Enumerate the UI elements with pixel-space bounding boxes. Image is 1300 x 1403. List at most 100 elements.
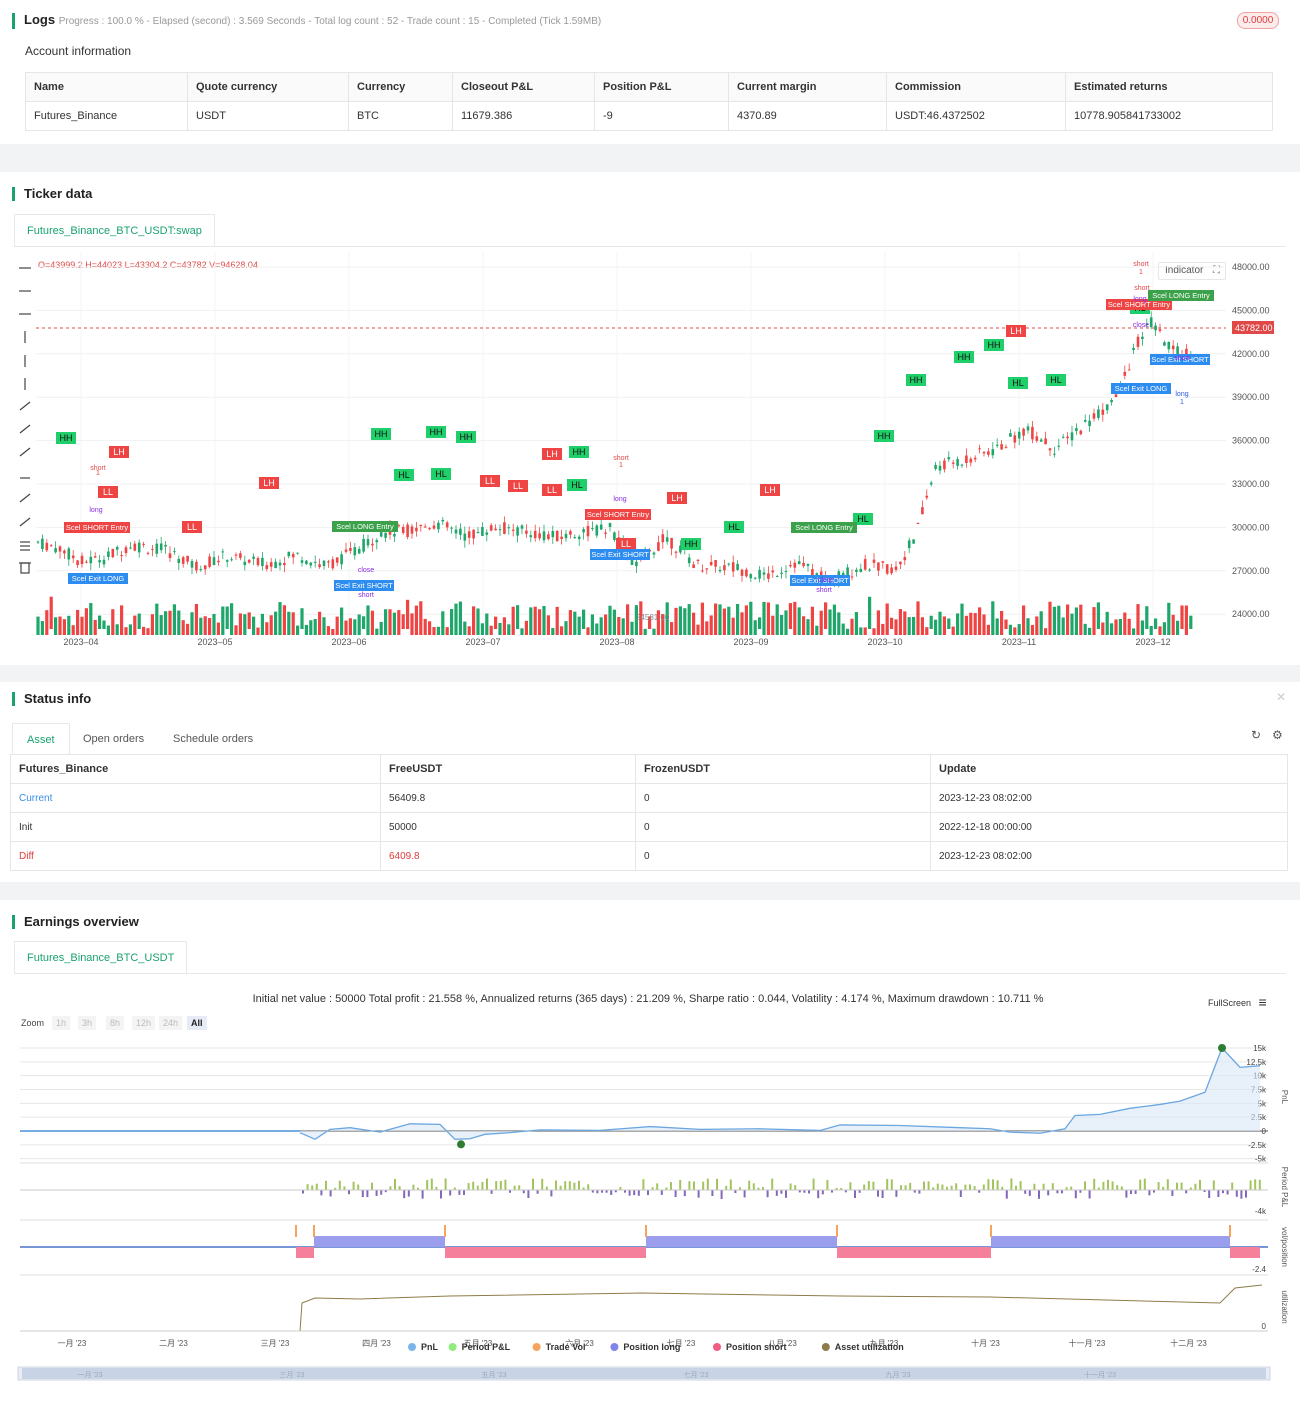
candle-body — [670, 537, 673, 549]
navigator-tick: 十一月 '23 — [1084, 1370, 1116, 1379]
volume-bar — [278, 602, 282, 635]
period-pnl-bar — [348, 1190, 350, 1195]
trade-marker: long — [1175, 391, 1188, 398]
candle-body — [309, 562, 313, 566]
candle-body — [217, 560, 220, 563]
zoom-all[interactable]: All — [187, 1016, 207, 1030]
asset-header-row: Futures_Binance FreeUSDT FrozenUSDT Update — [10, 754, 1288, 784]
period-pnl-bar — [826, 1179, 829, 1190]
pivot-label: LH — [1010, 326, 1022, 336]
refresh-icon[interactable]: ↻ — [1251, 728, 1261, 742]
period-pnl-bar — [702, 1181, 705, 1190]
candle-body — [1031, 426, 1034, 440]
period-pnl-bar — [1134, 1190, 1137, 1194]
volume-bar — [890, 617, 894, 629]
tab-ticker-symbol[interactable]: Futures_Binance_BTC_USDT:swap — [14, 214, 215, 246]
tab-schedule-orders[interactable]: Schedule orders — [161, 723, 266, 755]
period-pnl-bar — [706, 1178, 709, 1190]
volume-bar — [436, 626, 440, 635]
volume-bar — [894, 619, 898, 635]
date-tick: 2023–04 — [63, 637, 98, 647]
zoom-12h[interactable]: 12h — [132, 1016, 156, 1030]
earnings-chart[interactable]: 15k12.5k10k7.5k5k2.5k0-2.5k-5k-4k-2.40Pn… — [0, 1035, 1300, 1403]
volume-bar — [397, 610, 401, 635]
candle-body — [705, 568, 709, 570]
candle-body — [98, 560, 101, 563]
low-price-label: 24581.00 — [636, 613, 670, 622]
volume-bar — [256, 627, 260, 635]
candle-body — [692, 564, 695, 569]
period-pnl-bar — [987, 1179, 990, 1190]
volume-bar — [1052, 606, 1056, 635]
month-tick: 十一月 '23 — [1069, 1338, 1106, 1348]
trade-marker: short — [358, 592, 374, 599]
volume-bar — [362, 616, 366, 629]
candle-body — [190, 561, 194, 568]
trade-vol-bar — [836, 1225, 838, 1237]
volume-bar — [1184, 605, 1188, 635]
period-pnl-bar — [338, 1180, 341, 1190]
candle-body — [1004, 446, 1008, 448]
volume-bar — [507, 624, 511, 635]
period-pnl-bar — [1074, 1190, 1077, 1199]
period-pnl-bar — [679, 1179, 682, 1190]
date-tick: 2023–12 — [1135, 637, 1170, 647]
period-pnl-bar — [982, 1184, 985, 1190]
candle-body — [124, 547, 128, 554]
month-tick: 十月 '23 — [971, 1338, 1000, 1348]
candle-body — [1105, 404, 1109, 411]
tab-earnings-symbol[interactable]: Futures_Binance_BTC_USDT — [14, 941, 188, 973]
volume-bar — [208, 618, 212, 635]
volume-bar — [538, 609, 542, 635]
zoom-1h[interactable]: 1h — [52, 1016, 71, 1030]
candle-body — [555, 530, 559, 542]
candle-body — [736, 563, 739, 570]
period-pnl-bar — [476, 1185, 479, 1190]
legend-symbol — [408, 1343, 416, 1351]
legend-item: Position long — [623, 1342, 680, 1352]
candle-body — [661, 534, 665, 543]
candle-body — [353, 547, 357, 556]
candle-body — [1136, 336, 1140, 347]
drawing-tools-icons[interactable] — [17, 258, 33, 578]
candle-body — [454, 529, 458, 534]
candle-body — [938, 465, 942, 471]
month-tick: 一月 '23 — [58, 1339, 87, 1348]
candle-body — [344, 549, 348, 552]
candle-body — [137, 542, 141, 553]
zoom-24h[interactable]: 24h — [159, 1016, 183, 1030]
candle-body — [107, 551, 110, 557]
volume-bar — [652, 628, 656, 635]
volume-bar — [450, 609, 454, 635]
pivot-label: LL — [485, 476, 495, 486]
volume-bar — [54, 617, 58, 635]
candlestick-chart[interactable]: 48000.00 45000.00 42000.00 39000.00 36000.00… — [36, 252, 1296, 652]
candle-body — [335, 557, 339, 563]
period-pnl-bar — [812, 1178, 815, 1190]
candle-body — [472, 529, 475, 539]
volume-bar — [1114, 619, 1118, 635]
period-pnl-bar — [867, 1181, 870, 1190]
volume-bar — [854, 612, 858, 635]
zoom-8h[interactable]: 8h — [106, 1016, 125, 1030]
volume-bar — [388, 609, 392, 635]
candle-body — [727, 563, 731, 565]
tab-open-orders[interactable]: Open orders — [71, 723, 157, 755]
tab-divider-earnings — [14, 973, 1286, 974]
settings-icon[interactable]: ⚙ — [1272, 728, 1283, 742]
volume-bar — [1154, 618, 1158, 629]
candle-body — [120, 554, 123, 556]
volume-bar — [929, 615, 933, 629]
period-pnl-bar — [407, 1190, 410, 1197]
volume-bar — [133, 615, 137, 635]
fullscreen-button[interactable]: FullScreen ≡ — [1208, 993, 1267, 1010]
tab-asset[interactable]: Asset — [12, 723, 70, 755]
volume-bar — [951, 626, 955, 635]
collapse-icon[interactable]: ✕ — [1276, 690, 1286, 704]
volume-bar — [106, 625, 110, 635]
candle-body — [995, 444, 999, 446]
legend-item: PnL — [421, 1342, 439, 1352]
zoom-3h[interactable]: 3h — [78, 1016, 97, 1030]
candle-body — [203, 565, 207, 570]
candle-body — [912, 539, 915, 544]
